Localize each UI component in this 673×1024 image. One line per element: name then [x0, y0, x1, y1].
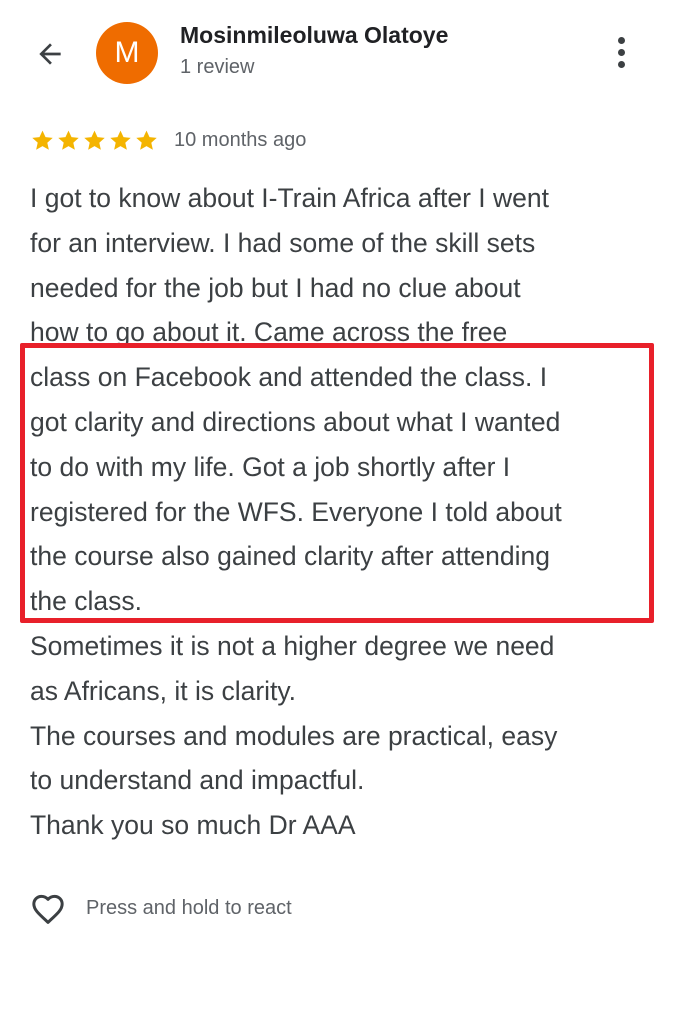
- review-text-line: to do with my life. Got a job shortly af…: [30, 451, 511, 482]
- review-text-line: The courses and modules are practical, e…: [30, 720, 558, 751]
- review-text-line: class on Facebook and attended the class…: [30, 362, 548, 393]
- review-text-line: got clarity and directions about what I …: [30, 406, 561, 437]
- review-text-line: the class.: [30, 586, 142, 617]
- star-icon: [32, 130, 53, 150]
- review-text-line: for an interview. I had some of the skil…: [30, 227, 536, 258]
- back-button[interactable]: [30, 34, 70, 74]
- review-text-line: registered for the WFS. Everyone I told …: [30, 496, 562, 527]
- review-count: 1 review: [180, 56, 255, 78]
- review-text-line: to understand and impactful.: [30, 765, 365, 796]
- review-text: I got to know about I-Train Africa after…: [30, 176, 645, 848]
- review-text-line: the course also gained clarity after att…: [30, 541, 551, 572]
- react-label: Press and hold to react: [86, 896, 292, 919]
- star-icon: [58, 130, 79, 150]
- star-icon: [110, 130, 131, 150]
- arrow-back-icon: [39, 43, 61, 65]
- star-icon: [136, 130, 157, 150]
- avatar[interactable]: M: [96, 22, 158, 84]
- review-text-line: Sometimes it is not a higher degree we n…: [30, 630, 555, 661]
- star-rating: [30, 128, 159, 153]
- review-text-line: needed for the job but I had no clue abo…: [30, 272, 521, 303]
- review-detail-page: M Mosinmileoluwa Olatoye 1 review 10 mon…: [0, 0, 673, 1024]
- rating-row: 10 months ago: [30, 124, 306, 156]
- more-options-button[interactable]: [604, 30, 638, 74]
- review-text-line: how to go about it. Came across the free: [30, 317, 508, 348]
- heart-outline-icon: [32, 894, 64, 924]
- react-button[interactable]: Press and hold to react: [28, 886, 292, 930]
- review-text-line: as Africans, it is clarity.: [30, 675, 297, 706]
- review-text-line: Thank you so much Dr AAA: [30, 810, 356, 841]
- review-time: 10 months ago: [174, 128, 307, 151]
- star-icon: [84, 130, 105, 150]
- reviewer-name[interactable]: Mosinmileoluwa Olatoye: [180, 22, 448, 49]
- review-text-line: I got to know about I-Train Africa after…: [30, 183, 549, 213]
- avatar-letter: M: [114, 36, 140, 69]
- more-vert-icon: [617, 36, 625, 44]
